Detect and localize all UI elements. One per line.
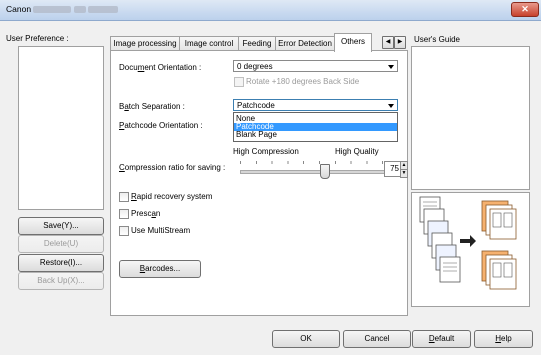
back-up-button[interactable]: Back Up(X)... <box>18 272 104 290</box>
restore-button[interactable]: Restore(I)... <box>18 254 104 272</box>
user-preference-list[interactable] <box>18 46 104 210</box>
delete-button[interactable]: Delete(U) <box>18 235 104 253</box>
dropdown-option-blank-page[interactable]: Blank Page <box>234 131 397 139</box>
window-title-redacted <box>33 6 72 14</box>
tab-image-processing[interactable]: Image processing <box>110 36 180 51</box>
tab-image-control[interactable]: Image control <box>179 36 239 51</box>
multistream-label: Use MultiStream <box>131 226 191 235</box>
compression-slider-track[interactable] <box>240 170 385 174</box>
user-preference-label: User Preference : <box>6 34 69 43</box>
patchcode-orientation-label: Patchcode Orientation : <box>119 121 203 130</box>
compression-value-field[interactable]: 75 <box>384 161 401 177</box>
batch-separation-dropdown: None Patchcode Blank Page <box>233 112 398 142</box>
multistream-checkbox[interactable] <box>119 226 129 236</box>
batch-separation-select[interactable]: Patchcode <box>233 99 398 111</box>
window-title-redacted <box>88 6 119 14</box>
prescan-checkbox[interactable] <box>119 209 129 219</box>
window-title-redacted <box>73 6 86 14</box>
cancel-button[interactable]: Cancel <box>343 330 411 348</box>
default-button[interactable]: Default <box>412 330 471 348</box>
rapid-recovery-label: Rapid recovery system <box>131 192 213 201</box>
barcodes-button[interactable]: Barcodes... <box>119 260 201 278</box>
high-quality-label: High Quality <box>335 147 379 156</box>
compression-slider-thumb[interactable] <box>320 164 330 179</box>
document-orientation-value: 0 degrees <box>237 62 273 71</box>
tab-error-detection[interactable]: Error Detection <box>275 36 335 51</box>
batch-separation-label: Batch Separation : <box>119 102 185 111</box>
batch-separation-illustration-icon <box>419 196 517 290</box>
tab-feeding[interactable]: Feeding <box>238 36 276 51</box>
save-button[interactable]: Save(Y)... <box>18 217 104 235</box>
compression-slider-ticks <box>240 161 383 164</box>
window-title-prefix: Canon <box>6 4 32 14</box>
prescan-label: Prescan <box>131 209 161 218</box>
help-button[interactable]: Help <box>474 330 533 348</box>
chevron-down-icon <box>388 104 394 108</box>
users-guide-label: User's Guide <box>414 35 460 44</box>
tab-scroll-right-icon[interactable]: ▶ <box>394 36 406 49</box>
users-guide-panel <box>411 46 530 190</box>
close-button[interactable]: ✕ <box>511 2 539 17</box>
batch-separation-value: Patchcode <box>237 101 275 110</box>
close-icon: ✕ <box>521 4 529 14</box>
ok-button[interactable]: OK <box>272 330 340 348</box>
rotate-back-side-checkbox[interactable] <box>234 77 244 87</box>
window-title: Canon <box>6 4 119 14</box>
rotate-back-side-label: Rotate +180 degrees Back Side <box>246 77 360 86</box>
document-orientation-select[interactable]: 0 degrees <box>233 60 398 72</box>
compression-ratio-label: Compression ratio for saving : <box>119 163 226 172</box>
document-orientation-label: Document Orientation : <box>119 63 202 72</box>
spin-down-icon[interactable]: ▼ <box>400 169 408 178</box>
tab-others[interactable]: Others <box>334 33 372 52</box>
illustration-panel <box>411 192 530 307</box>
rapid-recovery-checkbox[interactable] <box>119 192 129 202</box>
high-compression-label: High Compression <box>233 147 299 156</box>
chevron-down-icon <box>388 65 394 69</box>
tab-scroll-left-icon[interactable]: ◀ <box>382 36 394 49</box>
